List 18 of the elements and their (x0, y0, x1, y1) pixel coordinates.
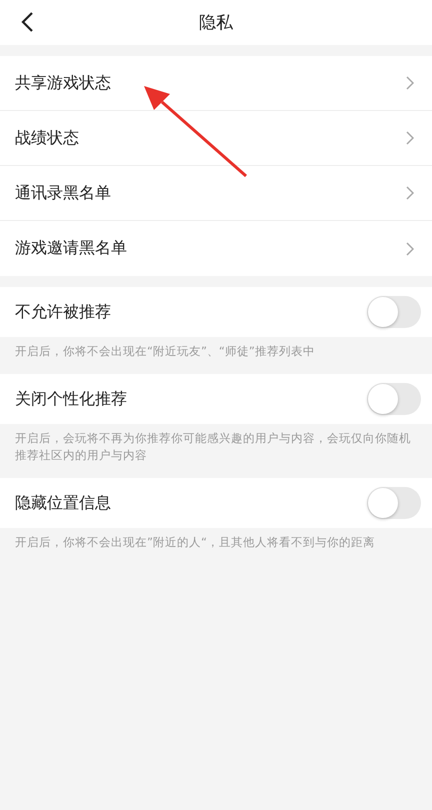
chevron-right-icon (406, 242, 414, 256)
back-icon[interactable] (20, 11, 34, 33)
toggle-switch[interactable] (367, 383, 421, 415)
setting-description: 开启后，你将不会出现在”附近的人“，且其他人将看不到与你的距离 (14, 534, 376, 551)
chevron-right-icon (406, 186, 414, 200)
setting-description: 开启后，会玩将不再为你推荐你可能感兴趣的用户与内容，会玩仅向你随机推荐社区内的用户与内容 (14, 430, 412, 464)
toggle-label: 隐藏位置信息 (15, 492, 111, 514)
chevron-right-icon (406, 131, 414, 145)
settings-row[interactable]: 游戏邀请黑名单 (0, 221, 432, 276)
settings-row[interactable]: 战绩状态 (0, 111, 432, 166)
toggle-label: 关闭个性化推荐 (15, 388, 127, 410)
settings-row[interactable]: 通讯录黑名单 (0, 166, 432, 221)
toggle-switch[interactable] (367, 487, 421, 519)
page-title: 隐私 (199, 12, 233, 34)
toggle-label: 不允许被推荐 (15, 302, 111, 322)
setting-description: 开启后，你将不会出现在“附近玩友”、“师徒”推荐列表中 (14, 343, 316, 360)
toggle-switch[interactable] (367, 296, 421, 328)
chevron-right-icon (406, 76, 414, 90)
